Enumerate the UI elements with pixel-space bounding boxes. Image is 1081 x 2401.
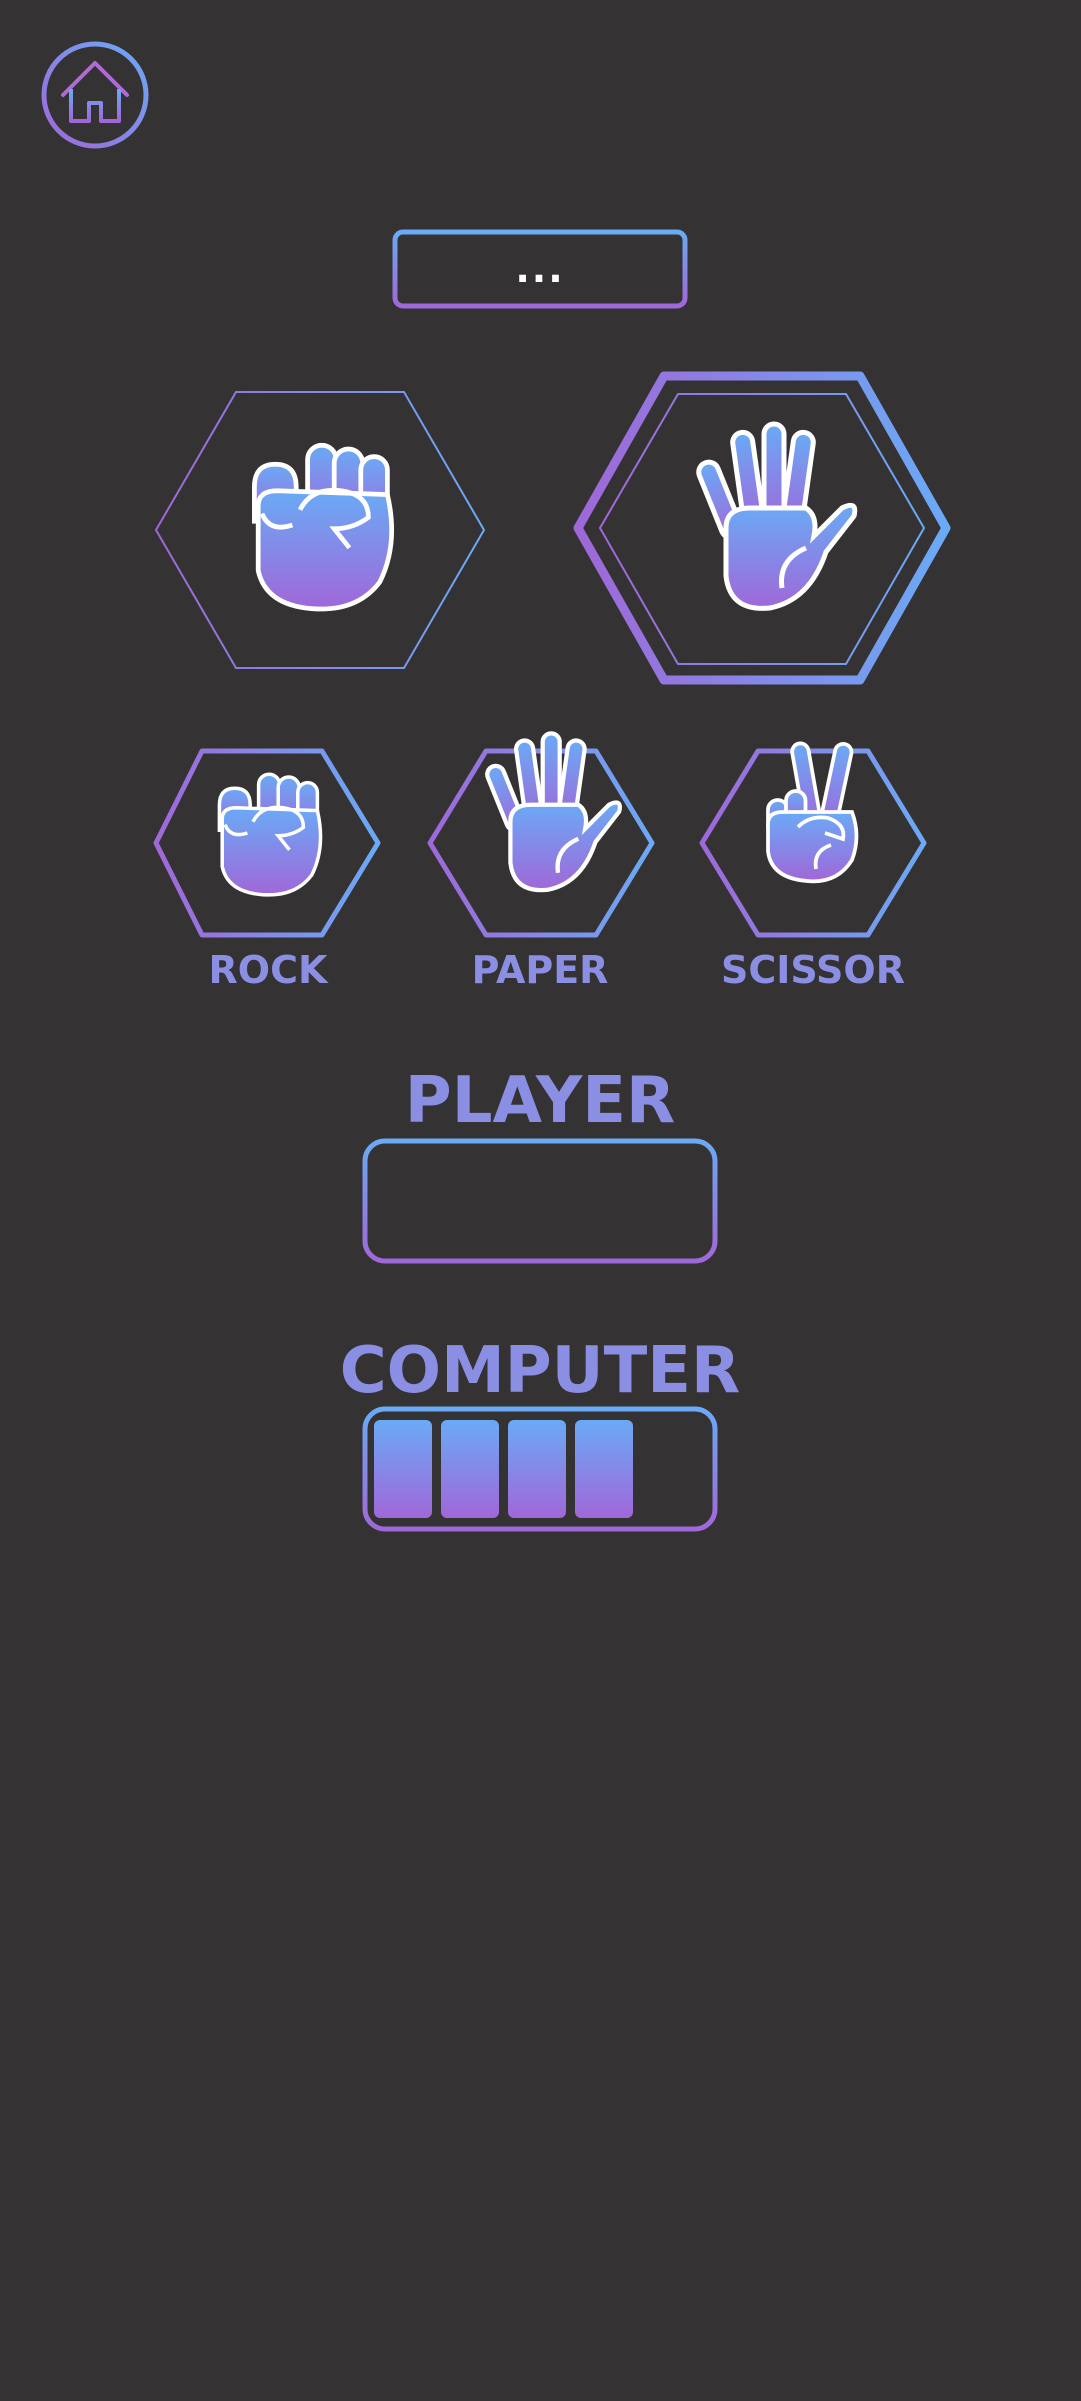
computer-point-segment (508, 1420, 566, 1518)
rock-button[interactable] (152, 705, 382, 941)
peace-hand-icon (768, 742, 857, 881)
scissor-button[interactable] (698, 705, 928, 941)
scissor-label: SCISSOR (721, 948, 905, 992)
computer-choice-display (572, 370, 952, 686)
status-text: ... (515, 247, 565, 291)
computer-score-title: COMPUTER (339, 1334, 741, 1408)
computer-point-segment (374, 1420, 432, 1518)
fist-icon (217, 772, 323, 897)
fist-icon (254, 445, 391, 609)
paper-label: PAPER (471, 948, 609, 992)
open-hand-icon (696, 424, 855, 608)
player-score-bar (362, 1138, 718, 1264)
home-button[interactable] (41, 41, 149, 149)
rock-label: ROCK (208, 948, 328, 992)
computer-point-segment (441, 1420, 499, 1518)
computer-score-bar (362, 1406, 718, 1532)
player-choice-display (150, 388, 490, 672)
player-score-title: PLAYER (404, 1064, 676, 1138)
home-icon (41, 41, 149, 149)
paper-button[interactable] (426, 705, 656, 941)
computer-point-segment (575, 1420, 633, 1518)
